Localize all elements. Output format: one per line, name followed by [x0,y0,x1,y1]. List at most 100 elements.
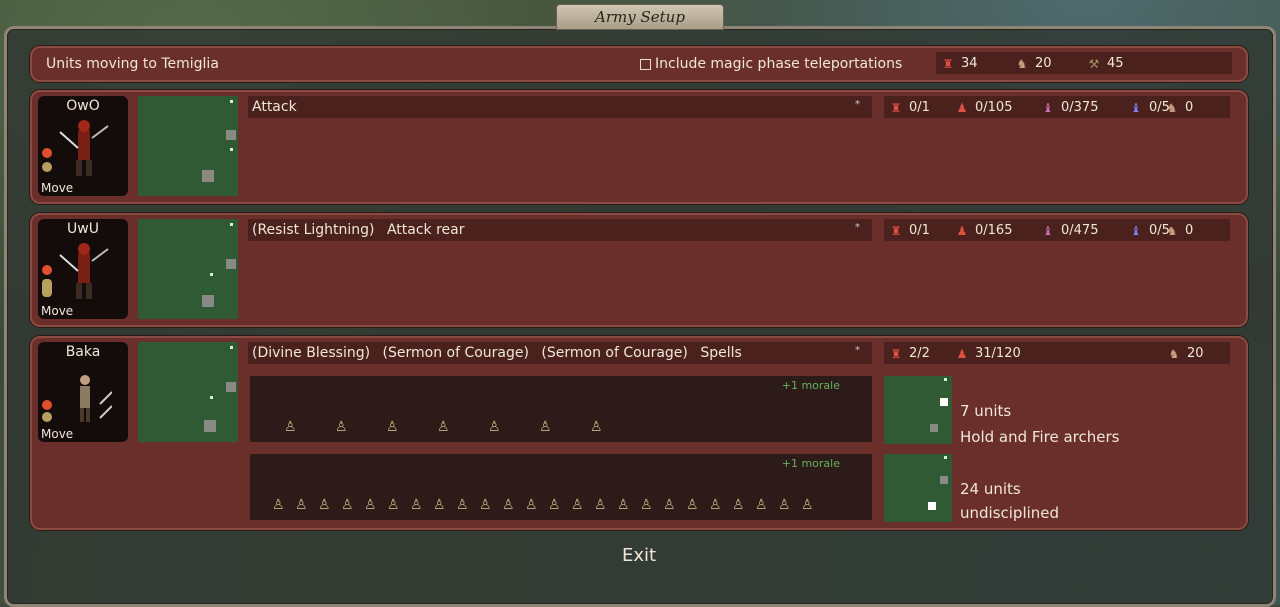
commander-row[interactable]: UwU Move (Resist Lightning) Attack rear … [30,213,1248,327]
soldier-icon: ♙ [525,497,538,513]
formation-map[interactable] [138,96,238,196]
samurai-figure-icon [59,120,109,176]
soldier-icon: ♙ [502,497,515,513]
menu-dot-icon: * [855,222,860,233]
squad-order[interactable]: undisciplined [960,504,1059,522]
soldier-icon: ♙ [590,419,603,435]
morale-bonus: +1 morale [781,379,840,392]
formation-marker[interactable] [204,420,216,432]
formation-marker[interactable] [226,259,236,269]
squad-marker[interactable] [940,398,948,406]
leadership-icon: ♜ [890,346,902,361]
soldier-icon: ♙ [387,497,400,513]
archer-figure-icon [80,375,112,422]
units-icon: ♟ [956,223,968,238]
squad-marker[interactable] [930,424,938,432]
supply-icon: ⚒ [1088,56,1100,71]
soldier-icon: ♙ [335,419,348,435]
soldier-icon: ♙ [295,497,308,513]
units-icon: ♟ [956,100,968,115]
mount-icon: ♞ [1166,100,1178,115]
orders-bar[interactable]: Attack * [248,96,872,118]
soldier-icon: ♙ [663,497,676,513]
soldier-icon: ♙ [778,497,791,513]
soldier-icon: ♙ [272,497,285,513]
commander-row[interactable]: Baka Move (Divine Blessing) (Sermon of C… [30,336,1248,530]
leadership-stats: ♜ 2/2 ♟ 31/120 ♞ 20 [884,342,1230,364]
soldier-icon: ♙ [640,497,653,513]
leadership-stats: ♜ 0/1 ♟ 0/105 ♝ 0/375 ♝ 0/5 ♞ 0 [884,96,1230,118]
soldier-icon: ♙ [686,497,699,513]
leadership-icon: ♜ [890,223,902,238]
soldier-icon: ♙ [732,497,745,513]
squad-order[interactable]: Hold and Fire archers [960,428,1119,446]
menu-dot-icon: * [855,99,860,110]
magic-leadership-icon: ♝ [1042,100,1054,115]
orders-bar[interactable]: (Divine Blessing) (Sermon of Courage) (S… [248,342,872,364]
formation-map[interactable] [138,219,238,319]
soldier-icon: ♙ [386,419,399,435]
window-title: Army Setup [556,4,724,30]
checkbox-box[interactable] [640,58,651,70]
mount-icon: ♞ [1166,223,1178,238]
order-label[interactable]: (Sermon of Courage) [541,345,687,361]
commander-name: Baka [65,344,101,360]
order-label[interactable]: Attack rear [387,222,465,238]
commander-portrait[interactable]: Baka Move [38,342,128,442]
destination-text: Units moving to Temiglia [46,56,219,72]
undead-leadership-icon: ♝ [1130,223,1142,238]
soldier-icon: ♙ [456,497,469,513]
orders-bar[interactable]: (Resist Lightning) Attack rear * [248,219,872,241]
order-label[interactable]: (Divine Blessing) [252,345,370,361]
item-icon [42,279,52,297]
squad-marker[interactable] [940,476,948,484]
order-label[interactable]: Spells [700,345,741,361]
squad-count: 7 units [960,402,1012,420]
exit-button[interactable]: Exit [622,545,656,566]
total-supply: ⚒ 45 [1086,56,1124,71]
soldier-icon: ♙ [410,497,423,513]
morale-bonus: +1 morale [781,457,840,470]
squad-panel[interactable]: +1 morale ♙ ♙ ♙ ♙ ♙ ♙ ♙ ♙ ♙ ♙ ♙ ♙ ♙ ♙ ♙ ♙ ♙ ♙ ♙ ♙ ♙ ♙ ♙ ♙ [250,454,872,520]
soldier-icon: ♙ [709,497,722,513]
order-label[interactable]: (Sermon of Courage) [383,345,529,361]
soldier-icon: ♙ [479,497,492,513]
formation-marker[interactable] [202,295,214,307]
commander-row[interactable]: OwO Move Attack * ♜ 0/1 ♟ 0/105 ♝ 0/375 ♝ 0/… [30,90,1248,204]
formation-marker[interactable] [226,382,236,392]
menu-dot-icon: * [855,345,860,356]
soldier-icon: ♙ [364,497,377,513]
order-label[interactable]: Attack [252,99,297,115]
commander-icon: ♜ [942,56,954,71]
commander-portrait[interactable]: UwU Move [38,219,128,319]
squad-marker[interactable] [928,502,936,510]
checkbox-label: Include magic phase teleportations [655,56,903,72]
magic-leadership-icon: ♝ [1042,223,1054,238]
formation-dot [944,456,947,459]
move-status: Move [41,427,74,441]
order-label[interactable]: (Resist Lightning) [252,222,375,238]
squad-formation-map[interactable] [884,376,952,444]
soldier-icon: ♙ [433,497,446,513]
commander-portrait[interactable]: OwO Move [38,96,128,196]
soldier-icon: ♙ [341,497,354,513]
formation-map[interactable] [138,342,238,442]
squad-panel[interactable]: +1 morale ♙ ♙ ♙ ♙ ♙ ♙ ♙ [250,376,872,442]
formation-dot [230,100,233,103]
rank-star-icon [42,400,52,410]
undead-leadership-icon: ♝ [1130,100,1142,115]
formation-dot [210,396,213,399]
formation-dot [230,346,233,349]
squad-count: 24 units [960,480,1021,498]
formation-dot [230,223,233,226]
totals-box: ♜ 34 ♞ 20 ⚒ 45 [936,52,1232,74]
teleport-checkbox[interactable]: Include magic phase teleportations [640,56,902,72]
soldier-icon: ♙ [437,419,450,435]
formation-marker[interactable] [202,170,214,182]
leadership-icon: ♜ [890,100,902,115]
formation-dot [944,378,947,381]
squad-formation-map[interactable] [884,454,952,522]
formation-marker[interactable] [226,130,236,140]
horse-icon: ♞ [1016,56,1028,71]
soldier-icon: ♙ [548,497,561,513]
